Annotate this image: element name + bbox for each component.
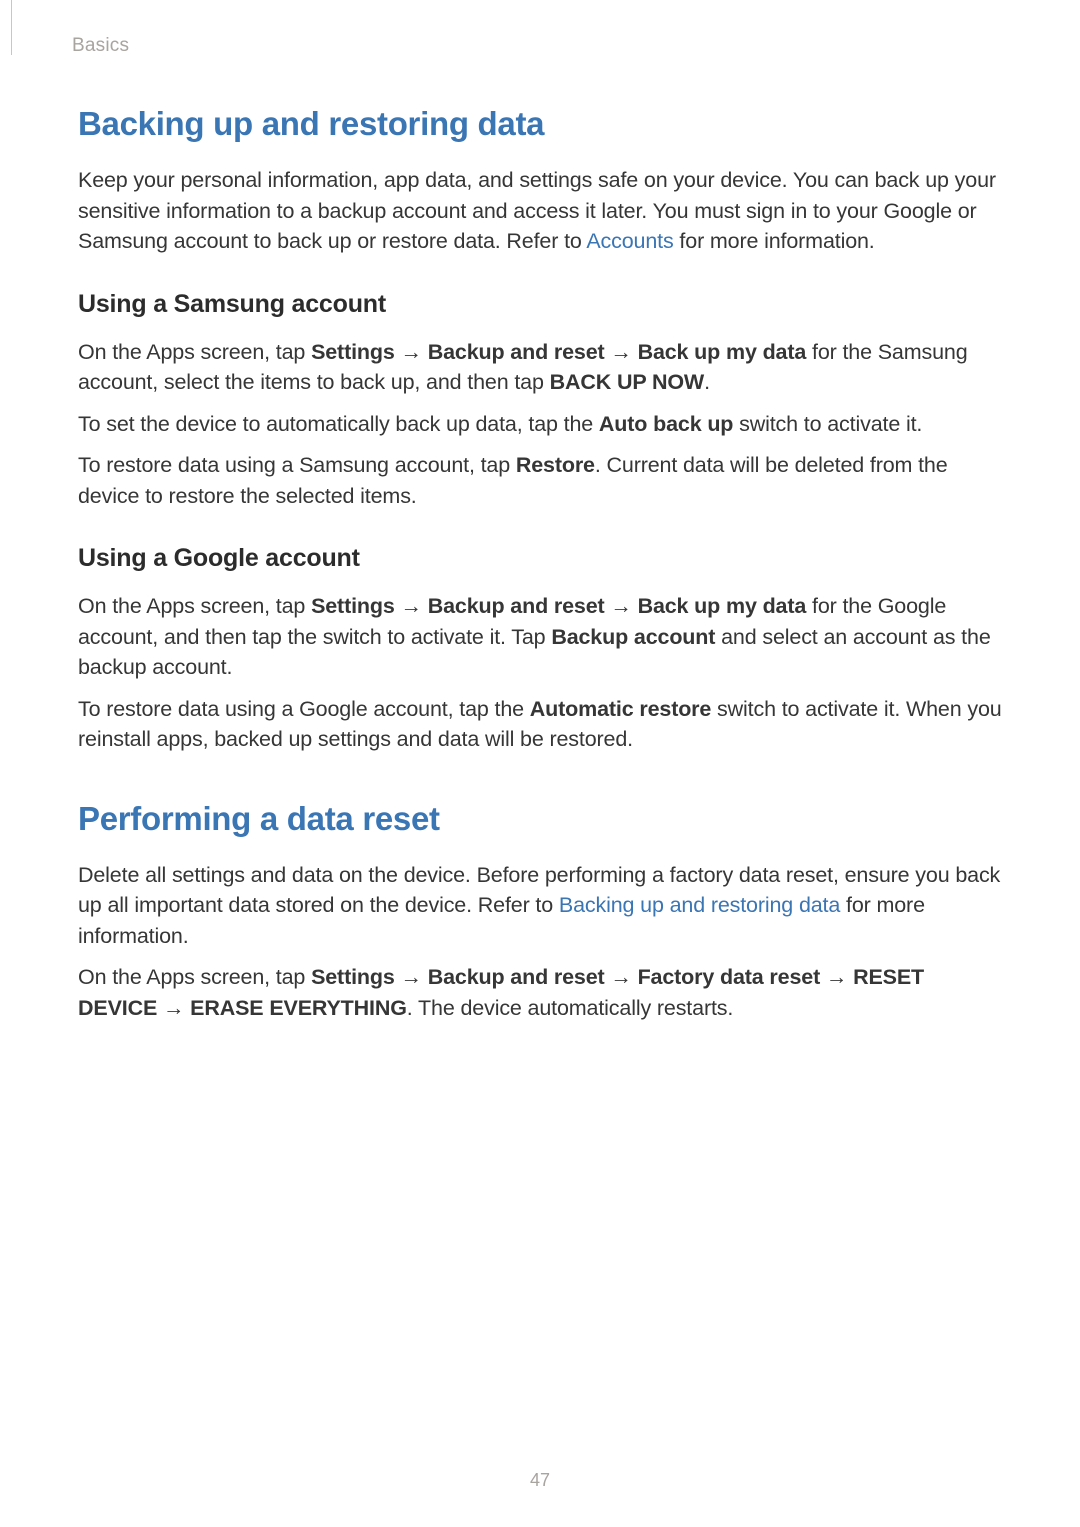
arrow-icon: →: [826, 965, 847, 989]
section-backing-up: Backing up and restoring data Keep your …: [78, 105, 1005, 755]
document-page: Basics Backing up and restoring data Kee…: [0, 0, 1080, 1527]
bold-automatic-restore: Automatic restore: [530, 697, 711, 721]
bold-backup-reset: Backup and reset: [428, 594, 605, 618]
header-tab-rule: [0, 0, 12, 55]
bold-restore: Restore: [516, 453, 595, 477]
bold-backup-reset: Backup and reset: [428, 965, 605, 989]
bold-backup-reset: Backup and reset: [428, 340, 605, 364]
text: On the Apps screen, tap: [78, 965, 311, 989]
bold-settings: Settings: [311, 340, 395, 364]
bold-backup-account: Backup account: [551, 625, 715, 649]
text: .: [704, 370, 710, 394]
reset-p1: Delete all settings and data on the devi…: [78, 860, 1005, 952]
arrow-icon: →: [163, 996, 184, 1020]
text: for more information.: [674, 229, 875, 253]
bold-settings: Settings: [311, 594, 395, 618]
text: To restore data using a Samsung account,…: [78, 453, 516, 477]
section-breadcrumb: Basics: [72, 35, 1005, 57]
bold-auto-back-up: Auto back up: [599, 412, 733, 436]
samsung-p3: To restore data using a Samsung account,…: [78, 450, 1005, 511]
link-backing-up[interactable]: Backing up and restoring data: [559, 893, 840, 917]
arrow-icon: →: [610, 340, 631, 364]
text: . The device automatically restarts.: [407, 996, 733, 1020]
bold-erase-everything: ERASE EVERYTHING: [190, 996, 407, 1020]
google-p2: To restore data using a Google account, …: [78, 694, 1005, 755]
link-accounts[interactable]: Accounts: [586, 229, 673, 253]
bold-factory-data-reset: Factory data reset: [638, 965, 821, 989]
samsung-p2: To set the device to automatically back …: [78, 409, 1005, 440]
arrow-icon: →: [610, 594, 631, 618]
bold-settings: Settings: [311, 965, 395, 989]
text: To restore data using a Google account, …: [78, 697, 530, 721]
subheading-google: Using a Google account: [78, 544, 1005, 573]
subheading-samsung: Using a Samsung account: [78, 290, 1005, 319]
samsung-p1: On the Apps screen, tap Settings → Backu…: [78, 337, 1005, 398]
intro-paragraph: Keep your personal information, app data…: [78, 165, 1005, 257]
bold-backup-my-data: Back up my data: [638, 340, 807, 364]
bold-backup-my-data: Back up my data: [638, 594, 807, 618]
google-p1: On the Apps screen, tap Settings → Backu…: [78, 591, 1005, 683]
heading-backing-up: Backing up and restoring data: [78, 105, 1005, 143]
heading-data-reset: Performing a data reset: [78, 800, 1005, 838]
text: On the Apps screen, tap: [78, 594, 311, 618]
page-number: 47: [0, 1470, 1080, 1491]
arrow-icon: →: [401, 594, 422, 618]
section-data-reset: Performing a data reset Delete all setti…: [78, 800, 1005, 1024]
arrow-icon: →: [401, 340, 422, 364]
text: To set the device to automatically back …: [78, 412, 599, 436]
arrow-icon: →: [401, 965, 422, 989]
arrow-icon: →: [610, 965, 631, 989]
text: switch to activate it.: [733, 412, 922, 436]
text: On the Apps screen, tap: [78, 340, 311, 364]
bold-back-up-now: BACK UP NOW: [550, 370, 704, 394]
reset-p2: On the Apps screen, tap Settings → Backu…: [78, 962, 1005, 1023]
